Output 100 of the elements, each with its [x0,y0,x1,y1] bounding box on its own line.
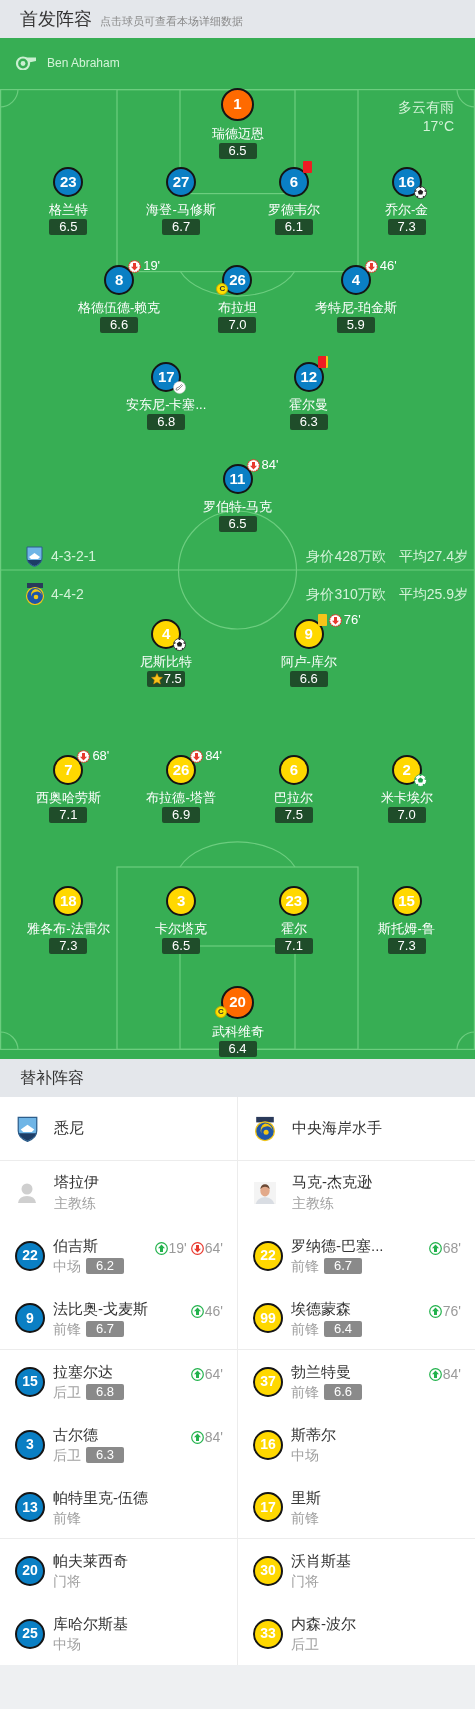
team-value: 身价428万欧 [306,546,386,566]
player-name: 乔尔-金 [384,202,429,217]
section-title: 首发阵容 [20,9,92,29]
player-name[interactable]: 埃德蒙森 [291,1298,429,1319]
substitution-minute: 19' [168,1240,187,1256]
player-name[interactable]: 古尔德 [53,1425,191,1445]
player-number[interactable]: 4 [340,265,371,295]
player-position: 前锋 [291,1257,319,1275]
average-age: 平均27.4岁 [398,546,468,566]
substitution-out-icon [128,259,142,273]
substitution-minute: 76' [442,1303,461,1319]
player-name[interactable]: 里斯 [291,1487,461,1508]
substitution-minute: 68' [92,749,110,763]
player-rating: 7.5 [274,807,313,823]
round-logo-icon [25,583,45,605]
substitution-minute: 46' [379,259,397,273]
player-number[interactable]: 8 [104,265,135,295]
player-rating: 7.0 [218,317,257,333]
player-position: 前锋 [53,1319,81,1338]
player-name: 瑞德迈恩 [211,126,264,141]
substitution-in-icon [154,1241,168,1255]
substitution-minute: 84' [261,458,279,472]
player-rating: 5.9 [336,317,375,333]
shield-logo-icon [16,1115,38,1142]
player-rating: 6.4 [218,1041,257,1057]
player-number[interactable]: 11 [222,464,253,494]
weather-condition: 多云有雨 [398,98,454,117]
player-number[interactable]: 22 [15,1240,45,1271]
player-rating: 7.3 [387,219,426,235]
coach-name: 塔拉伊 [54,1171,99,1192]
player-number[interactable]: 1 [221,88,254,121]
player-name: 阿卢-库尔 [280,654,337,669]
player-number[interactable]: 3 [15,1429,45,1460]
soccer-ball-icon [173,638,187,651]
player-name: 卡尔塔克 [155,921,208,936]
substitution-out-icon [246,458,260,472]
section-title: 替补阵容 [20,1068,84,1088]
player-rating: 6.5 [218,516,257,532]
player-number[interactable]: 23 [53,167,84,197]
substitution-in-icon [428,1304,442,1318]
substitution-in-icon [428,1367,442,1381]
average-age: 平均25.9岁 [398,584,468,604]
player-number[interactable]: 16 [391,167,422,197]
player-rating: 6.7 [162,219,201,235]
player-rating: 6.2 [86,1258,124,1274]
player-rating: 6.3 [289,414,328,430]
star-icon [150,673,163,685]
substitution-in-icon [190,1367,204,1381]
player-position: 前锋 [291,1383,319,1401]
player-name[interactable]: 伯吉斯 [53,1236,155,1256]
player-rating: 6.6 [100,317,139,333]
substitution-minute: 84' [205,749,223,763]
player-rating: 6.7 [324,1258,362,1274]
player-name[interactable]: 内森-波尔 [291,1614,461,1634]
player-number[interactable]: 25 [15,1618,45,1649]
whistle-icon [15,56,37,70]
player-name[interactable]: 勃兰特曼 [291,1362,429,1382]
player-position: 中场 [53,1257,81,1275]
player-name[interactable]: 库哈尔斯基 [53,1614,223,1634]
player-name: 格兰特 [48,202,88,217]
player-name: 巴拉尔 [274,790,314,805]
player-name[interactable]: 拉塞尔达 [53,1362,191,1382]
substitution-out-icon [364,259,378,273]
player-name[interactable]: 法比奥-戈麦斯 [53,1298,191,1319]
player-number[interactable]: 13 [15,1492,45,1522]
soccer-ball-icon [413,186,427,199]
player-name: 武科维奇 [211,1024,264,1039]
player-number[interactable]: 27 [166,167,197,197]
player-name: 布拉坦 [218,300,257,315]
player-name: 考特尼-珀金斯 [314,300,397,315]
player-name[interactable]: 沃肖斯基 [291,1551,461,1571]
player-name[interactable]: 帕特里克-伍德 [53,1487,223,1508]
player-rating: 6.4 [324,1320,362,1337]
player-name[interactable]: 罗纳德-巴塞... [291,1236,429,1256]
substitution-minute: 68' [442,1240,461,1256]
coach-role: 主教练 [292,1193,335,1213]
substitution-minute: 76' [343,613,361,627]
player-number[interactable]: 15 [15,1366,45,1397]
player-rating: 7.3 [387,938,426,954]
player-number[interactable]: 17 [151,362,182,392]
substitution-in-icon [190,1304,204,1318]
player-number[interactable]: 12 [293,362,324,392]
player-rating: 6.5 [162,938,201,954]
player-number[interactable]: 6 [278,167,309,197]
player-name[interactable]: 斯蒂尔 [291,1425,461,1445]
player-name: 海登-马修斯 [146,202,216,217]
player-rating: 6.6 [289,671,328,687]
coach-role: 主教练 [54,1193,97,1213]
player-rating: 6.3 [86,1447,124,1463]
player-rating: 6.7 [86,1320,124,1337]
substitution-minute: 19' [143,259,161,273]
player-name[interactable]: 帕夫莱西奇 [53,1551,223,1571]
player-name: 霍尔曼 [289,397,329,412]
player-position: 前锋 [291,1319,319,1338]
player-number[interactable]: 20 [15,1555,45,1586]
player-rating: 6.5 [49,219,88,235]
substitution-out-icon [328,613,342,627]
player-name: 罗伯特-马克 [202,499,273,514]
player-name: 安东尼-卡塞... [126,397,207,412]
player-number[interactable]: 9 [15,1303,45,1333]
